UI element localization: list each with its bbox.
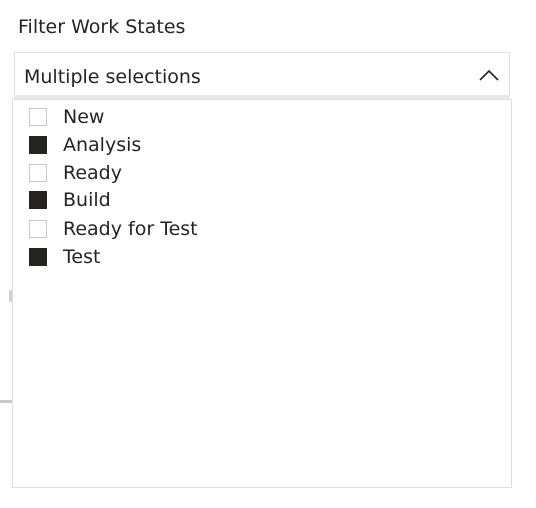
slicer-title: Filter Work States (18, 16, 186, 38)
list-item[interactable]: Ready (29, 160, 122, 186)
background-fragment (0, 400, 12, 403)
checkbox[interactable] (29, 191, 47, 209)
list-item[interactable]: New (29, 104, 104, 130)
checkbox[interactable] (29, 164, 47, 182)
checkbox[interactable] (29, 220, 47, 238)
list-item-label: Ready for Test (63, 218, 198, 240)
checkbox[interactable] (29, 108, 47, 126)
checkbox[interactable] (29, 136, 47, 154)
dropdown-selected-value: Multiple selections (24, 66, 201, 88)
slicer-dropdown-toggle[interactable]: Multiple selections (14, 52, 510, 96)
slicer-options-list: New Analysis Ready Build Ready for Test … (12, 99, 512, 488)
checkbox[interactable] (29, 248, 47, 266)
background-fragment (512, 415, 522, 437)
list-item-label: Analysis (63, 134, 142, 156)
list-item[interactable]: Build (29, 187, 111, 213)
list-item-label: Build (63, 189, 111, 211)
slicer-visual: Filter Work States Multiple selections N… (0, 0, 536, 508)
list-item[interactable]: Ready for Test (29, 216, 198, 242)
chevron-up-icon (479, 69, 499, 81)
list-item-label: Test (63, 246, 101, 268)
list-item[interactable]: Analysis (29, 132, 141, 158)
list-item[interactable]: Test (29, 244, 100, 270)
list-item-label: Ready (63, 162, 122, 184)
list-item-label: New (63, 106, 105, 128)
